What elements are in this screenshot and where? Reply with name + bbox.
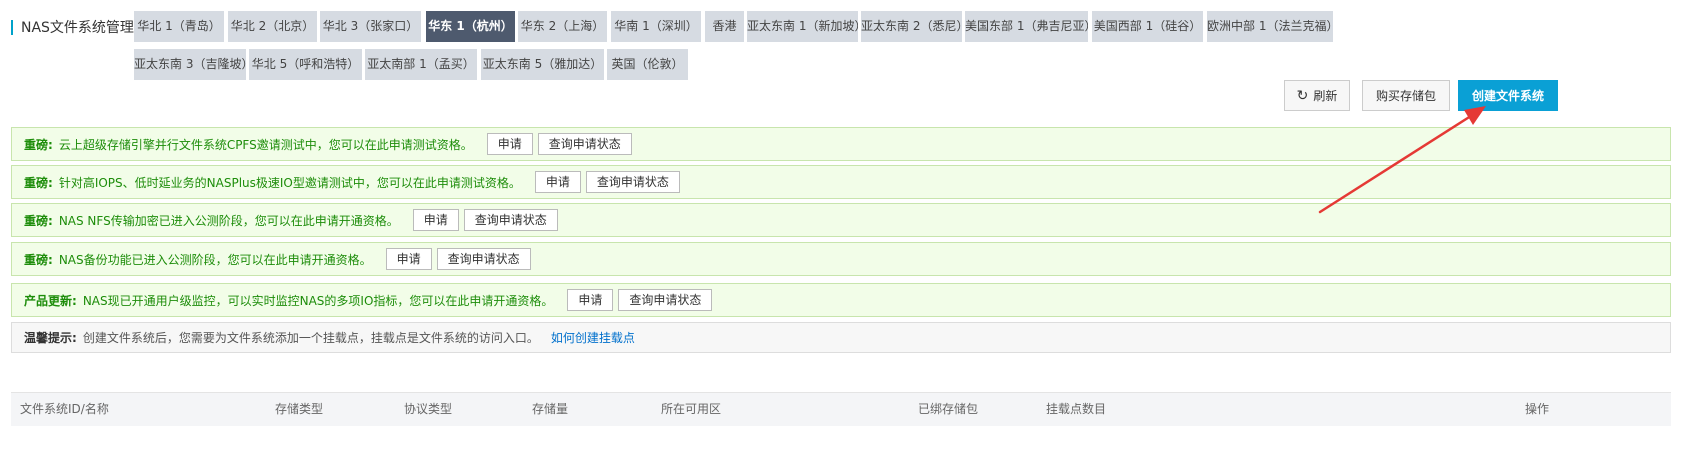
column-header-protocol-type: 协议类型 xyxy=(404,402,453,416)
check-status-button[interactable]: 查询申请状态 xyxy=(585,171,680,193)
region-tab-zhangjiakou[interactable]: 华北 3（张家口） xyxy=(320,11,421,42)
check-status-button[interactable]: 查询申请状态 xyxy=(618,289,713,311)
refresh-label: 刷新 xyxy=(1313,89,1338,103)
apply-button[interactable]: 申请 xyxy=(567,289,614,311)
refresh-icon: ↻ xyxy=(1296,87,1309,104)
refresh-button[interactable]: ↻ 刷新 xyxy=(1284,80,1350,111)
region-tab-jakarta[interactable]: 亚太东南 5（雅加达） xyxy=(481,49,604,80)
column-header-capacity: 存储量 xyxy=(532,402,569,416)
check-status-button[interactable]: 查询申请状态 xyxy=(436,248,531,270)
region-tab-london[interactable]: 英国（伦敦） xyxy=(607,49,688,80)
page-title: NAS文件系统管理 xyxy=(21,20,134,36)
apply-button[interactable]: 申请 xyxy=(486,133,533,155)
column-header-id-name: 文件系统ID/名称 xyxy=(20,402,109,416)
notice-nfs-encryption: 重磅: NAS NFS传输加密已进入公测阶段，您可以在此申请开通资格。 申请 查… xyxy=(11,203,1671,237)
region-tab-kuala-lumpur[interactable]: 亚太东南 3（吉隆坡） xyxy=(134,49,246,80)
region-tab-beijing[interactable]: 华北 2（北京） xyxy=(228,11,317,42)
buy-storage-package-button[interactable]: 购买存储包 xyxy=(1362,80,1450,111)
column-header-bound-package: 已绑存储包 xyxy=(918,402,979,416)
tip-notice: 温馨提示: 创建文件系统后，您需要为文件系统添加一个挂载点，挂载点是文件系统的访… xyxy=(11,322,1671,353)
region-tab-hangzhou[interactable]: 华东 1（杭州） xyxy=(426,11,515,42)
notice-label: 重磅: xyxy=(24,213,53,228)
region-tab-shanghai[interactable]: 华东 2（上海） xyxy=(518,11,607,42)
column-header-storage-type: 存储类型 xyxy=(275,402,324,416)
accent-bar xyxy=(11,19,13,35)
notice-message: NAS NFS传输加密已进入公测阶段，您可以在此申请开通资格。 xyxy=(58,213,399,228)
tip-label: 温馨提示: xyxy=(24,331,77,345)
notice-label: 重磅: xyxy=(24,252,53,267)
create-file-system-button[interactable]: 创建文件系统 xyxy=(1458,80,1558,111)
how-to-create-mount-point-link[interactable]: 如何创建挂载点 xyxy=(551,329,635,346)
notice-monitoring: 产品更新: NAS现已开通用户级监控，可以实时监控NAS的多项IO指标，您可以在… xyxy=(11,283,1671,317)
notice-cpfs: 重磅: 云上超级存储引擎并行文件系统CPFS邀请测试中，您可以在此申请测试资格。… xyxy=(11,127,1671,161)
notice-label: 产品更新: xyxy=(24,293,77,308)
region-tab-qingdao[interactable]: 华北 1（青岛） xyxy=(134,11,224,42)
column-header-mount-count: 挂载点数目 xyxy=(1046,402,1107,416)
region-tab-hohhot[interactable]: 华北 5（呼和浩特） xyxy=(249,49,362,80)
check-status-button[interactable]: 查询申请状态 xyxy=(463,209,558,231)
page-header: NAS文件系统管理 xyxy=(11,19,134,36)
notice-message: NAS现已开通用户级监控，可以实时监控NAS的多项IO指标，您可以在此申请开通资… xyxy=(82,293,554,308)
notice-label: 重磅: xyxy=(24,137,53,152)
region-tab-hongkong[interactable]: 香港 xyxy=(705,11,744,42)
apply-button[interactable]: 申请 xyxy=(534,171,581,193)
notice-message: 云上超级存储引擎并行文件系统CPFS邀请测试中，您可以在此申请测试资格。 xyxy=(58,137,473,152)
region-tab-silicon-valley[interactable]: 美国西部 1（硅谷） xyxy=(1092,11,1203,42)
region-tab-sydney[interactable]: 亚太东南 2（悉尼） xyxy=(861,11,962,42)
apply-button[interactable]: 申请 xyxy=(385,248,432,270)
tip-message: 创建文件系统后，您需要为文件系统添加一个挂载点，挂载点是文件系统的访问入口。 xyxy=(82,331,539,345)
check-status-button[interactable]: 查询申请状态 xyxy=(537,133,632,155)
notice-backup: 重磅: NAS备份功能已进入公测阶段，您可以在此申请开通资格。 申请 查询申请状… xyxy=(11,242,1671,276)
apply-button[interactable]: 申请 xyxy=(412,209,459,231)
notice-label: 重磅: xyxy=(24,175,53,190)
region-tab-shenzhen[interactable]: 华南 1（深圳） xyxy=(611,11,701,42)
notice-nasplus: 重磅: 针对高IOPS、低时延业务的NASPlus极速IO型邀请测试中，您可以在… xyxy=(11,165,1671,199)
notice-message: NAS备份功能已进入公测阶段，您可以在此申请开通资格。 xyxy=(58,252,372,267)
column-header-zone: 所在可用区 xyxy=(661,402,722,416)
table-header: 文件系统ID/名称 存储类型 协议类型 存储量 所在可用区 已绑存储包 挂载点数… xyxy=(11,392,1671,426)
region-tab-singapore[interactable]: 亚太东南 1（新加坡） xyxy=(747,11,858,42)
region-tab-mumbai[interactable]: 亚太南部 1（孟买） xyxy=(365,49,477,80)
region-tab-virginia[interactable]: 美国东部 1（弗吉尼亚） xyxy=(965,11,1088,42)
notice-message: 针对高IOPS、低时延业务的NASPlus极速IO型邀请测试中，您可以在此申请测… xyxy=(58,175,521,190)
column-header-actions: 操作 xyxy=(1525,402,1550,416)
region-tab-frankfurt[interactable]: 欧洲中部 1（法兰克福） xyxy=(1207,11,1333,42)
